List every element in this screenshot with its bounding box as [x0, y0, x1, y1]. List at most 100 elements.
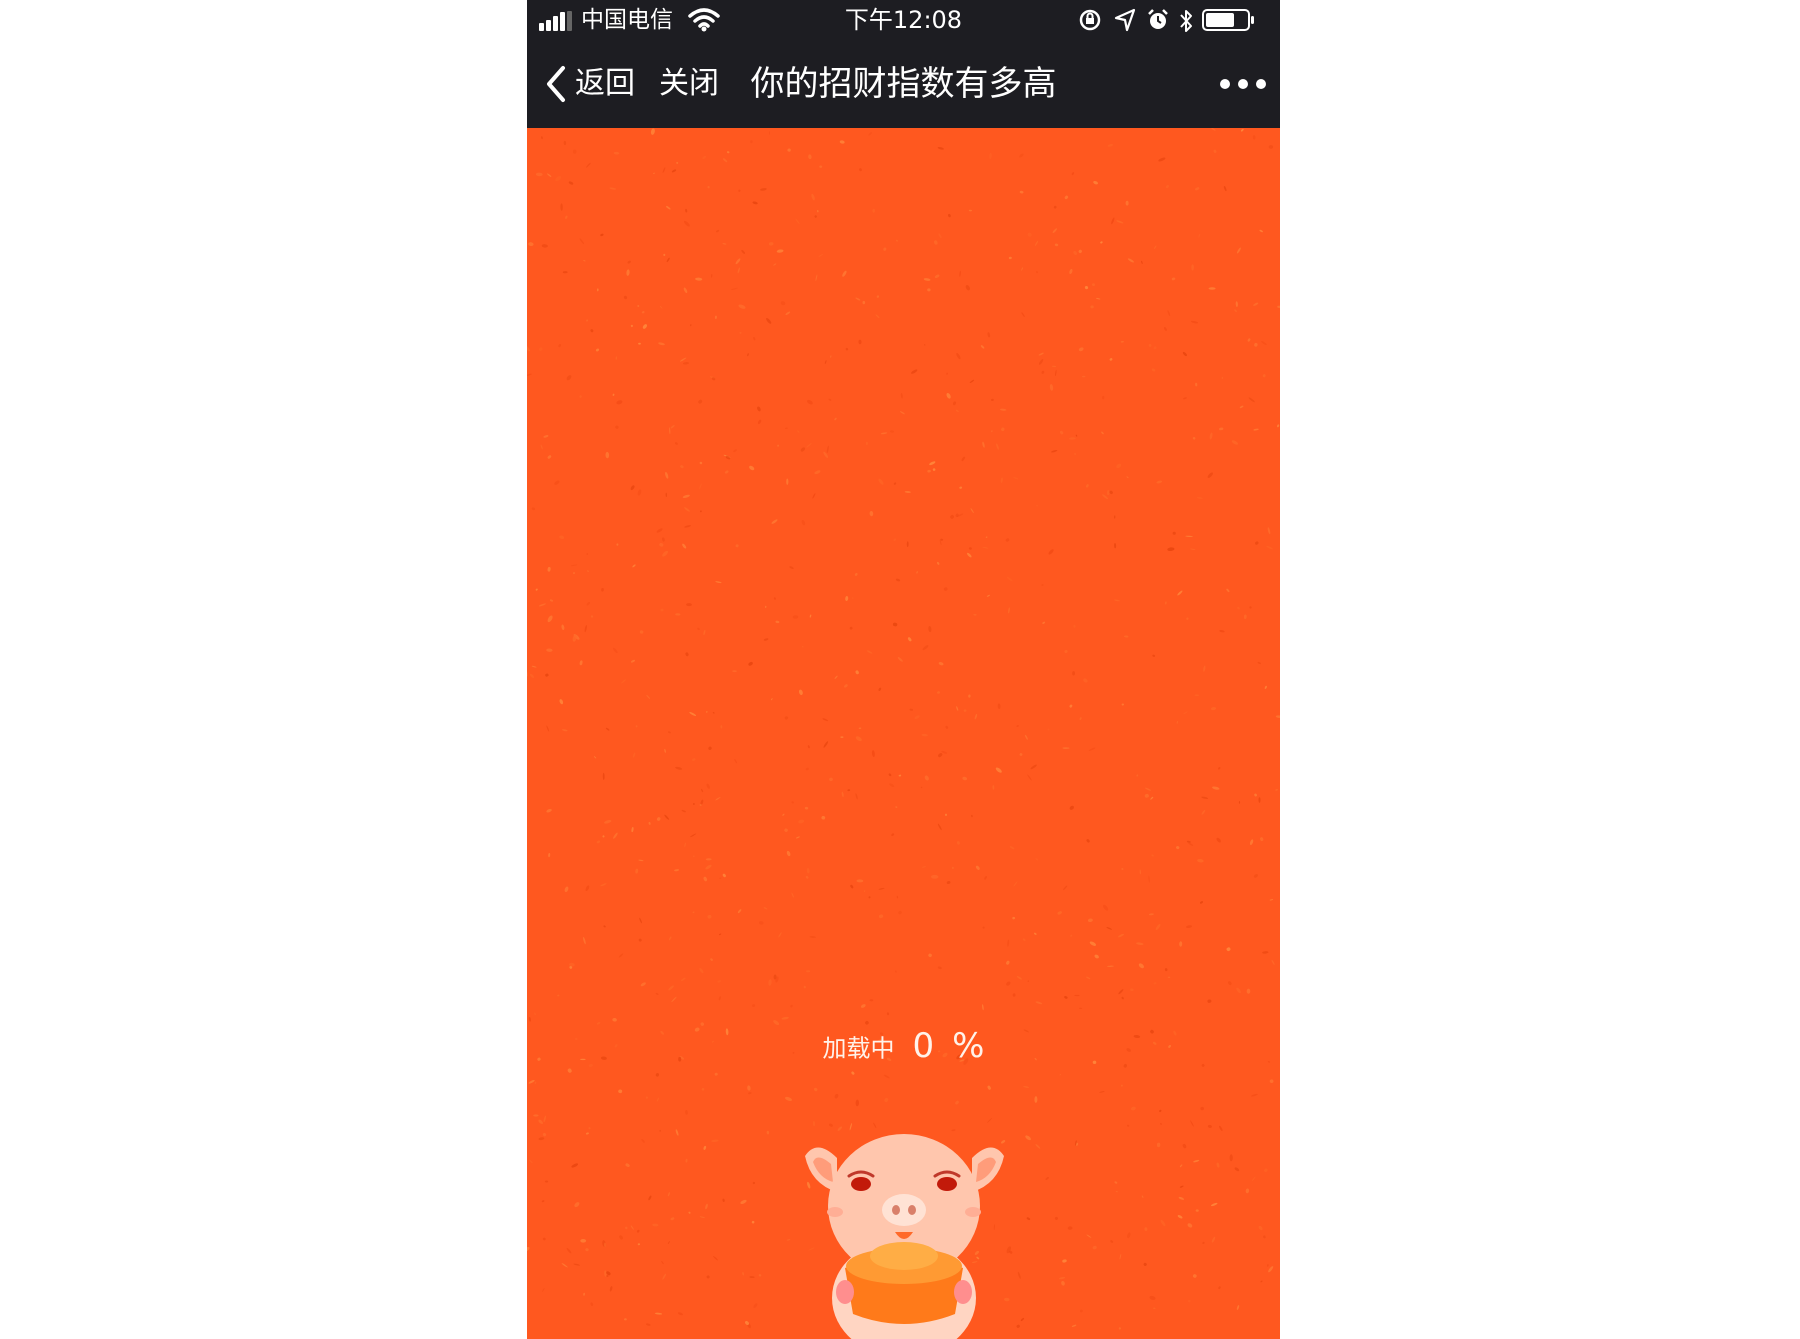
texture-speckle — [583, 259, 586, 262]
texture-speckle — [1258, 797, 1261, 803]
texture-speckle — [1218, 767, 1221, 770]
texture-speckle — [1080, 1309, 1083, 1313]
texture-speckle — [648, 821, 651, 825]
texture-speckle — [959, 270, 961, 277]
texture-speckle — [1127, 1232, 1131, 1239]
texture-speckle — [1154, 245, 1157, 250]
texture-speckle — [797, 430, 800, 433]
texture-speckle — [1183, 711, 1188, 715]
texture-speckle — [636, 1229, 640, 1233]
texture-speckle — [1216, 837, 1221, 843]
chevron-left-icon — [547, 66, 565, 102]
texture-speckle — [711, 274, 713, 278]
texture-speckle — [1171, 277, 1176, 281]
texture-speckle — [1158, 157, 1166, 162]
texture-speckle — [1083, 678, 1088, 683]
texture-speckle — [795, 218, 800, 225]
texture-speckle — [1269, 1079, 1274, 1084]
texture-speckle — [652, 1223, 659, 1227]
texture-speckle — [938, 233, 942, 239]
texture-speckle — [527, 1246, 530, 1252]
texture-speckle — [814, 1087, 818, 1092]
texture-speckle — [675, 766, 683, 770]
more-dots-icon[interactable] — [1218, 67, 1268, 101]
texture-speckle — [785, 311, 791, 316]
texture-speckle — [1110, 1240, 1114, 1243]
texture-speckle — [1198, 233, 1201, 238]
texture-speckle — [1051, 365, 1057, 368]
texture-speckle — [1102, 395, 1105, 400]
texture-speckle — [927, 288, 931, 292]
texture-speckle — [663, 253, 666, 257]
texture-speckle — [784, 427, 788, 429]
texture-speckle — [1200, 1106, 1204, 1111]
texture-speckle — [940, 538, 944, 541]
texture-speckle — [869, 511, 874, 517]
texture-speckle — [757, 406, 761, 412]
texture-speckle — [752, 1004, 756, 1008]
texture-speckle — [1030, 764, 1037, 770]
texture-speckle — [1151, 854, 1154, 857]
texture-speckle — [545, 673, 549, 677]
texture-speckle — [618, 953, 624, 958]
texture-speckle — [670, 425, 675, 429]
texture-speckle — [855, 670, 859, 675]
texture-speckle — [806, 868, 810, 874]
texture-speckle — [659, 305, 663, 309]
texture-speckle — [1136, 774, 1139, 777]
navigation-bar: 返回 关闭 你的招财指数有多高 — [527, 41, 1280, 128]
texture-speckle — [1086, 839, 1090, 843]
texture-speckle — [601, 588, 604, 592]
texture-speckle — [891, 833, 895, 837]
texture-speckle — [1026, 1217, 1031, 1221]
texture-speckle — [741, 249, 746, 254]
texture-speckle — [1121, 1084, 1123, 1087]
texture-speckle — [579, 660, 583, 666]
texture-speckle — [1188, 1299, 1191, 1303]
texture-speckle — [1121, 867, 1124, 871]
texture-speckle — [1252, 135, 1256, 140]
texture-speckle — [945, 725, 949, 729]
texture-speckle — [1027, 232, 1032, 237]
texture-speckle — [792, 615, 799, 619]
texture-speckle — [546, 725, 550, 732]
texture-speckle — [1103, 904, 1109, 911]
texture-speckle — [590, 615, 594, 618]
texture-speckle — [807, 745, 810, 749]
texture-speckle — [1153, 346, 1157, 350]
close-button[interactable]: 关闭 — [659, 61, 719, 107]
texture-speckle — [705, 864, 712, 870]
texture-speckle — [690, 833, 697, 838]
texture-speckle — [605, 451, 610, 459]
texture-speckle — [786, 850, 791, 857]
texture-speckle — [904, 490, 911, 494]
back-button[interactable]: 返回 — [545, 61, 635, 107]
texture-speckle — [675, 1129, 679, 1136]
texture-speckle — [763, 907, 768, 910]
texture-speckle — [773, 597, 776, 600]
texture-speckle — [558, 344, 562, 348]
texture-speckle — [543, 435, 549, 438]
texture-speckle — [656, 1097, 660, 1102]
texture-speckle — [784, 828, 788, 832]
texture-speckle — [996, 443, 999, 450]
texture-speckle — [559, 535, 565, 540]
texture-speckle — [1234, 309, 1237, 313]
texture-speckle — [547, 455, 552, 459]
texture-speckle — [692, 911, 695, 914]
texture-speckle — [1057, 911, 1062, 915]
texture-speckle — [1267, 527, 1271, 535]
texture-speckle — [606, 1275, 609, 1277]
texture-speckle — [554, 480, 560, 485]
texture-speckle — [855, 793, 858, 800]
texture-speckle — [1109, 358, 1113, 361]
texture-speckle — [1074, 453, 1076, 455]
texture-speckle — [1069, 704, 1073, 708]
texture-speckle — [856, 879, 864, 883]
texture-speckle — [974, 713, 978, 720]
texture-speckle — [1160, 1219, 1166, 1227]
texture-speckle — [540, 444, 543, 450]
texture-speckle — [573, 1263, 581, 1266]
texture-speckle — [895, 970, 897, 973]
texture-speckle — [587, 570, 589, 572]
